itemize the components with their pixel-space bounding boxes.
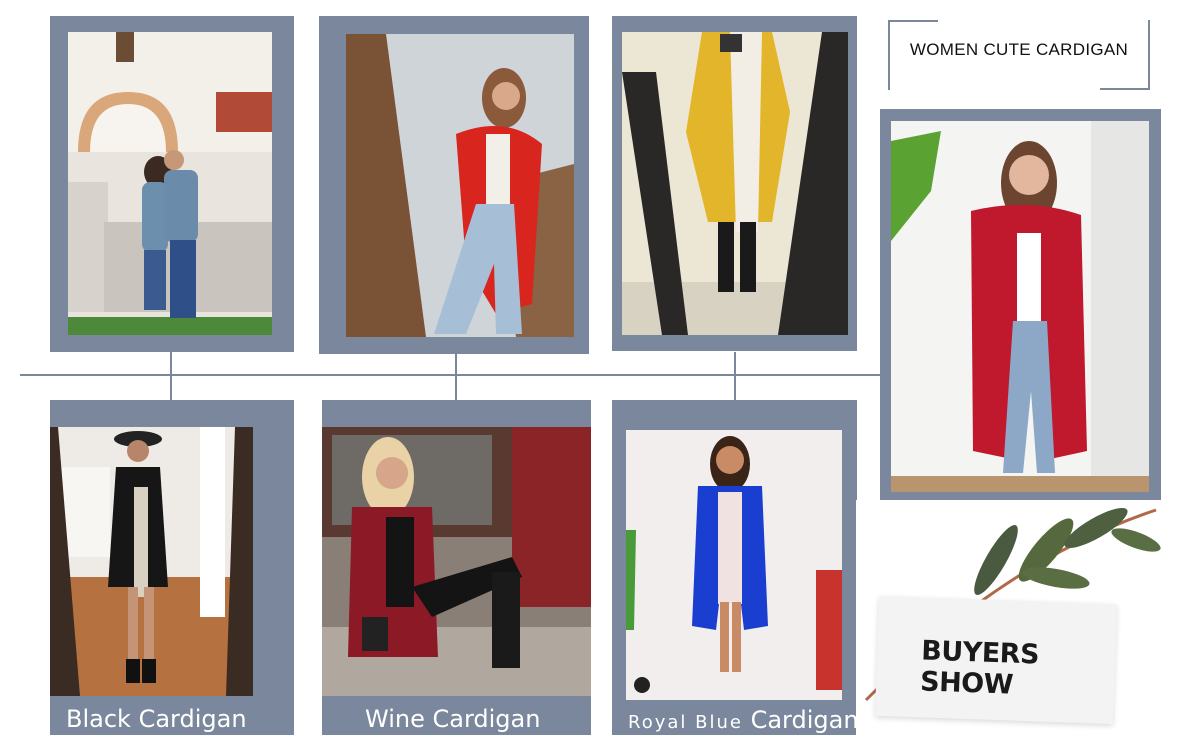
yellow-cardigan-photo — [622, 32, 848, 335]
royal-blue-prefix: Royal Blue — [628, 712, 743, 733]
connector-line — [734, 352, 736, 400]
wine-cardigan-photo — [322, 427, 591, 696]
royal-blue-suffix: Cardigan — [750, 706, 859, 734]
royal-blue-cardigan-photo — [626, 430, 842, 700]
wine-cardigan-caption: Wine Cardigan — [365, 705, 541, 733]
buyers-show-card: BUYERS SHOW — [874, 595, 1118, 725]
royal-blue-cardigan-caption: Royal Blue Cardigan — [628, 703, 859, 740]
black-cardigan-photo — [50, 427, 253, 696]
red-cardigan-photo — [346, 34, 574, 337]
page-title: WOMEN CUTE CARDIGAN — [909, 40, 1129, 59]
couple-photo — [68, 32, 272, 335]
title-box: WOMEN CUTE CARDIGAN — [888, 20, 1150, 90]
model-red-cardigan-photo — [891, 121, 1149, 492]
timeline-line — [20, 374, 880, 376]
connector-line — [170, 352, 172, 400]
buyers-show-label: BUYERS SHOW — [919, 635, 1040, 701]
connector-line — [455, 354, 457, 400]
black-cardigan-caption: Black Cardigan — [66, 705, 247, 733]
